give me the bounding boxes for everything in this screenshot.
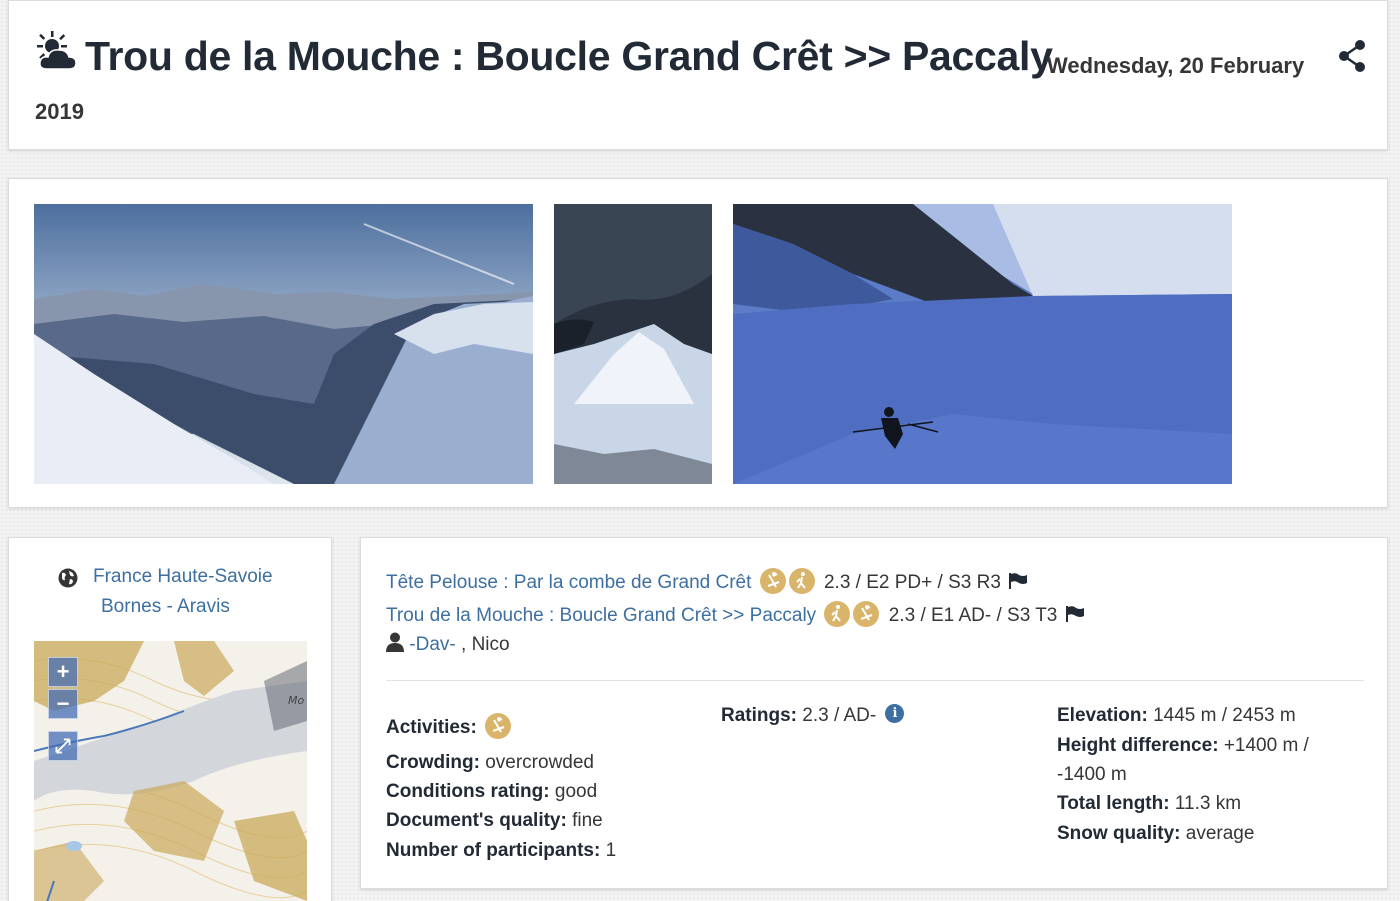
user-icon (386, 632, 404, 652)
route-row-1: Tête Pelouse : Par la combe de Grand Crê… (386, 568, 1028, 596)
participant-link[interactable]: -Dav- (409, 634, 455, 655)
field-value: 2.3 / AD- (802, 705, 877, 726)
route-map[interactable]: Mo + − (34, 641, 307, 901)
title-line: Trou de la Mouche : Boucle Grand Crêt >>… (35, 30, 1053, 80)
range-link[interactable]: Bornes - Aravis (101, 596, 230, 618)
route-rating: 2.3 / E1 AD- / S3 T3 (888, 605, 1058, 627)
snowshoeing-icon (788, 568, 815, 594)
height-difference-field: Height difference: +1400 m / (1057, 735, 1309, 757)
outing-header: Trou de la Mouche : Boucle Grand Crêt >>… (8, 0, 1388, 150)
skitouring-icon (485, 713, 512, 739)
field-label: Ratings: (721, 705, 797, 726)
photo-rocky-peak-cave-view[interactable] (554, 204, 712, 484)
quality-field: Document's quality: fine (386, 810, 603, 832)
participants-line: -Dav- , Nico (386, 632, 510, 656)
field-value: +1400 m / (1223, 735, 1309, 756)
flag-icon (1008, 572, 1028, 590)
fullscreen-button[interactable] (48, 731, 78, 761)
field-value: 11.3 km (1174, 793, 1242, 814)
crowding-field: Crowding: overcrowded (386, 752, 594, 774)
zoom-in-button[interactable]: + (48, 657, 78, 687)
route-link[interactable]: Trou de la Mouche : Boucle Grand Crêt >>… (386, 605, 816, 626)
field-value: average (1185, 823, 1255, 844)
total-length-field: Total length: 11.3 km (1057, 793, 1241, 815)
field-value: fine (572, 810, 603, 831)
location-card: France Haute-Savoie Bornes - Aravis Mo +… (8, 537, 332, 901)
field-label: Total length: (1057, 793, 1170, 814)
share-icon[interactable] (1337, 39, 1367, 73)
location-country-region: France Haute-Savoie (93, 566, 273, 588)
field-label: Conditions rating: (386, 781, 550, 802)
field-label: Height difference: (1057, 735, 1219, 756)
participant-separator: , (455, 634, 472, 655)
country-link[interactable]: France (93, 566, 152, 587)
route-rating: 2.3 / E2 PD+ / S3 R3 (823, 572, 1001, 594)
field-value: good (554, 781, 598, 802)
snow-quality-field: Snow quality: average (1057, 823, 1254, 845)
outing-date-year: 2019 (35, 99, 84, 124)
field-label: Elevation: (1057, 705, 1148, 726)
divider (386, 680, 1364, 681)
skitouring-icon (759, 568, 786, 594)
conditions-field: Conditions rating: good (386, 781, 597, 803)
elevation-field: Elevation: 1445 m / 2453 m (1057, 705, 1296, 727)
snowshoeing-icon (824, 601, 851, 627)
participants-count-field: Number of participants: 1 (386, 840, 616, 862)
zoom-out-button[interactable]: − (48, 689, 78, 719)
activities-field: Activities: (386, 713, 512, 741)
photo-snowy-ridge-panorama[interactable] (34, 204, 533, 484)
globe-icon (58, 568, 78, 588)
page-title: Trou de la Mouche : Boucle Grand Crêt >>… (85, 33, 1053, 79)
height-difference-continued: -1400 m (1057, 764, 1127, 785)
sun-behind-cloud-icon (35, 29, 79, 73)
field-label: Activities: (386, 717, 477, 739)
field-label: Snow quality: (1057, 823, 1181, 844)
field-label: Crowding: (386, 752, 480, 773)
field-label: Number of participants: (386, 840, 601, 861)
outing-details-card: Tête Pelouse : Par la combe de Grand Crê… (360, 537, 1388, 889)
route-row-2: Trou de la Mouche : Boucle Grand Crêt >>… (386, 601, 1085, 629)
skitouring-icon (853, 601, 880, 627)
photo-gallery (8, 178, 1388, 508)
map-place-label: Mo (288, 694, 304, 707)
route-link[interactable]: Tête Pelouse : Par la combe de Grand Crê… (386, 572, 751, 593)
photo-skier-descending-slope[interactable] (733, 204, 1232, 484)
region-link[interactable]: Haute-Savoie (157, 566, 272, 587)
participant-name: Nico (471, 634, 510, 655)
outing-date: Wednesday, 20 February (1047, 53, 1305, 78)
field-value: 1 (605, 840, 617, 861)
expand-icon (55, 738, 71, 754)
flag-icon (1065, 605, 1085, 623)
info-icon[interactable]: i (885, 704, 905, 724)
field-value: 1445 m / 2453 m (1153, 705, 1296, 726)
field-label: Document's quality: (386, 810, 567, 831)
ratings-field: Ratings: 2.3 / AD- i (721, 704, 905, 727)
field-value: overcrowded (485, 752, 594, 773)
